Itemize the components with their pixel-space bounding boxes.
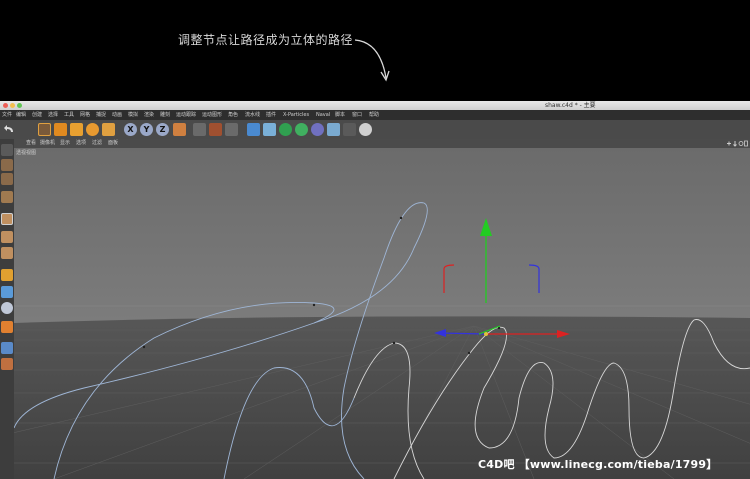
menu-window[interactable]: 窗口	[352, 110, 362, 120]
menu-simulate[interactable]: 模拟	[128, 110, 138, 120]
c4d-window: shaw.c4d * - 主要 文件 编辑 创建 选择 工具 网格 捕捉 动画 …	[0, 101, 750, 479]
menu-character[interactable]: 角色	[228, 110, 238, 120]
edges-mode-button[interactable]	[1, 231, 13, 243]
vp-menu-filter[interactable]: 过滤	[92, 139, 102, 148]
menu-mograph[interactable]: 运动图形	[202, 110, 222, 120]
camera-object-button[interactable]	[343, 123, 356, 136]
minimize-window-button[interactable]	[10, 103, 15, 108]
deformer-button[interactable]	[311, 123, 324, 136]
live-selection-button[interactable]	[102, 123, 115, 136]
menu-edit[interactable]: 编辑	[16, 110, 26, 120]
title-bar: shaw.c4d * - 主要	[0, 101, 750, 110]
render-picture-viewer-button[interactable]	[209, 123, 222, 136]
menu-tools[interactable]: 工具	[64, 110, 74, 120]
vp-menu-panel[interactable]: 面板	[108, 139, 118, 148]
instruction-banner: 调整节点让路径成为立体的路径	[0, 0, 750, 101]
y-axis-lock-button[interactable]: Y	[140, 123, 153, 136]
menu-naval[interactable]: Naval	[316, 110, 330, 120]
snap-button[interactable]	[1, 302, 13, 314]
scale-tool-button[interactable]	[70, 123, 83, 136]
rotate-tool-button[interactable]	[86, 123, 99, 136]
vp-menu-view[interactable]: 查看	[26, 139, 36, 148]
texture-mode-button[interactable]	[1, 173, 13, 185]
make-editable-button[interactable]	[1, 144, 13, 156]
light-object-button[interactable]	[359, 123, 372, 136]
z-axis-lock-button[interactable]: Z	[156, 123, 169, 136]
workplane-mode-button[interactable]	[1, 191, 13, 203]
perspective-viewport[interactable]: 透视视图	[14, 148, 750, 479]
menu-motion-tracking[interactable]: 运动跟踪	[176, 110, 196, 120]
menu-file[interactable]: 文件	[2, 110, 12, 120]
menu-plugins[interactable]: 插件	[266, 110, 276, 120]
menu-create[interactable]: 创建	[32, 110, 42, 120]
x-axis-lock-button[interactable]: X	[124, 123, 137, 136]
axis-mode-button[interactable]	[1, 269, 13, 281]
menu-help[interactable]: 帮助	[369, 110, 379, 120]
points-mode-button[interactable]	[1, 213, 13, 225]
site-watermark: C4D吧 【www.linecg.com/tieba/1799】	[478, 458, 718, 471]
render-view-button[interactable]	[193, 123, 206, 136]
move-tool-button[interactable]	[54, 123, 67, 136]
main-toolbar: X Y Z	[0, 120, 750, 139]
zoom-window-button[interactable]	[17, 103, 22, 108]
menu-animate[interactable]: 动画	[112, 110, 122, 120]
menu-select[interactable]: 选择	[48, 110, 58, 120]
viewport-menubar: 查看 摄像机 显示 选项 过滤 面板	[14, 139, 750, 148]
main-menubar: 文件 编辑 创建 选择 工具 网格 捕捉 动画 模拟 渲染 雕刻 运动跟踪 运动…	[0, 110, 750, 120]
solo-button[interactable]	[1, 358, 13, 370]
banner-caption: 调整节点让路径成为立体的路径	[178, 33, 354, 47]
polygons-mode-button[interactable]	[1, 247, 13, 259]
window-title: shaw.c4d * - 主要	[545, 102, 596, 109]
vp-menu-cameras[interactable]: 摄像机	[40, 139, 55, 148]
close-window-button[interactable]	[3, 103, 8, 108]
menu-snap[interactable]: 捕捉	[96, 110, 106, 120]
planar-workplane-button[interactable]	[1, 342, 13, 354]
undo-icon[interactable]	[3, 124, 15, 135]
menu-sculpt[interactable]: 雕刻	[160, 110, 170, 120]
select-tool-button[interactable]	[38, 123, 51, 136]
model-mode-button[interactable]	[1, 159, 13, 171]
spline-pen-button[interactable]	[263, 123, 276, 136]
tweak-mode-button[interactable]	[1, 286, 13, 298]
vp-menu-options[interactable]: 选项	[76, 139, 86, 148]
left-tool-palette	[0, 139, 14, 479]
viewport-label: 透视视图	[16, 150, 37, 156]
viewport-nav-icons[interactable]	[726, 140, 748, 147]
cube-object-button[interactable]	[247, 123, 260, 136]
locked-workplane-button[interactable]	[1, 321, 13, 333]
array-object-button[interactable]	[295, 123, 308, 136]
menu-render[interactable]: 渲染	[144, 110, 154, 120]
vp-menu-display[interactable]: 显示	[60, 139, 70, 148]
menu-pipeline[interactable]: 流水线	[245, 110, 260, 120]
curved-arrow-icon	[354, 39, 390, 82]
menu-x-particles[interactable]: X-Particles	[283, 110, 309, 120]
menu-script[interactable]: 脚本	[335, 110, 345, 120]
subdivision-surface-button[interactable]	[279, 123, 292, 136]
viewport-scene[interactable]	[14, 148, 750, 479]
render-settings-button[interactable]	[225, 123, 238, 136]
floor-object-button[interactable]	[327, 123, 340, 136]
coordinate-system-button[interactable]	[173, 123, 186, 136]
menu-mesh[interactable]: 网格	[80, 110, 90, 120]
